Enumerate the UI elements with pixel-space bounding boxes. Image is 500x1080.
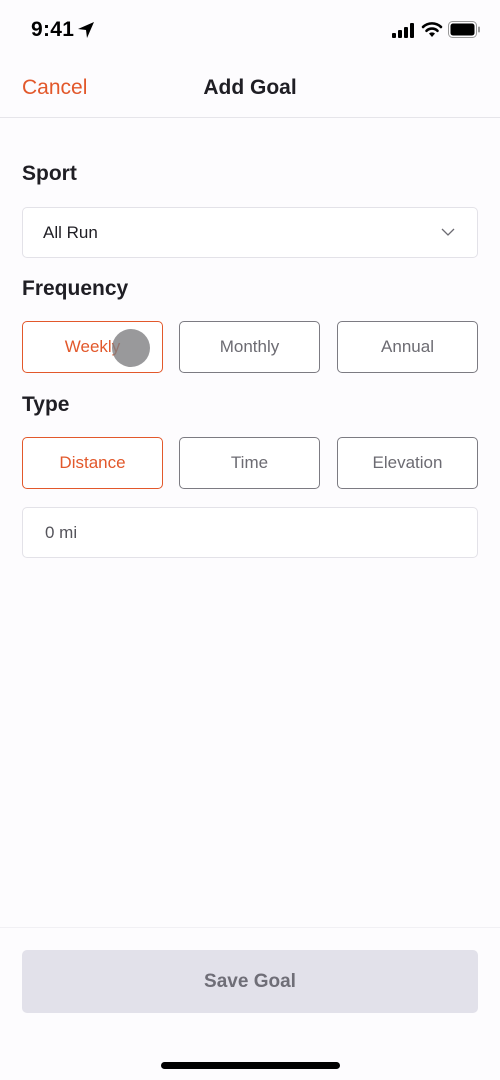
goal-amount-input[interactable]: 0 mi — [22, 507, 478, 558]
sport-selected-value: All Run — [43, 223, 98, 242]
frequency-segmented-control: Weekly Monthly Annual — [22, 321, 478, 373]
cellular-signal-icon — [392, 23, 414, 38]
wifi-icon — [421, 22, 443, 37]
page-title: Add Goal — [203, 76, 297, 99]
home-indicator[interactable] — [161, 1062, 340, 1069]
type-option-distance[interactable]: Distance — [22, 437, 163, 489]
sport-select[interactable]: All Run — [22, 207, 478, 258]
frequency-option-weekly[interactable]: Weekly — [22, 321, 163, 373]
battery-icon — [448, 21, 480, 38]
frequency-option-annual[interactable]: Annual — [337, 321, 478, 373]
location-arrow-icon — [78, 22, 94, 38]
add-goal-screen: 9:41 Cancel Add Goal Sport All Run Frequ… — [0, 0, 500, 1080]
type-segmented-control: Distance Time Elevation — [22, 437, 478, 489]
type-option-elevation[interactable]: Elevation — [337, 437, 478, 489]
goal-amount-value: 0 mi — [45, 523, 78, 542]
status-time: 9:41 — [31, 18, 75, 41]
save-goal-button[interactable]: Save Goal — [22, 950, 478, 1013]
type-option-time[interactable]: Time — [179, 437, 320, 489]
navigation-bar: Cancel Add Goal — [0, 60, 500, 118]
type-label: Type — [22, 393, 70, 416]
frequency-label: Frequency — [22, 277, 129, 300]
status-bar: 9:41 — [0, 0, 500, 60]
chevron-down-icon — [441, 228, 455, 236]
frequency-option-monthly[interactable]: Monthly — [179, 321, 320, 373]
sport-label: Sport — [22, 162, 77, 185]
